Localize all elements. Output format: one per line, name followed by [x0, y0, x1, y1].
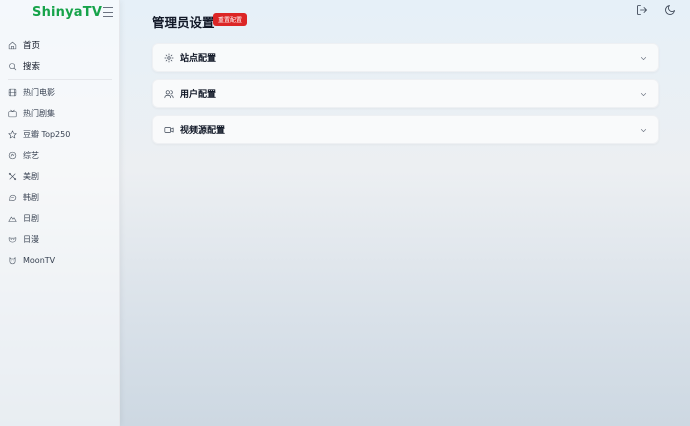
sidebar-divider — [8, 79, 112, 80]
sidebar-item-variety[interactable]: 综艺 — [8, 146, 116, 164]
section-title: 用户配置 — [180, 90, 217, 100]
sidebar-item-us-drama[interactable]: 美剧 — [8, 167, 116, 185]
sidebar-item-label: 热门电影 — [23, 87, 55, 97]
section-user-config[interactable]: 用户配置 — [152, 79, 659, 108]
cross-icon — [8, 172, 17, 180]
sidebar-item-jp-drama[interactable]: 日剧 — [8, 209, 116, 227]
reset-config-button[interactable]: 重置配置 — [213, 13, 248, 26]
sidebar-item-top250[interactable]: 豆瓣 Top250 — [8, 125, 116, 143]
cat-icon — [9, 256, 16, 264]
sidebar-item-label: 综艺 — [23, 150, 39, 160]
section-video-source-config[interactable]: 视频源配置 — [152, 115, 659, 144]
home-icon — [8, 41, 17, 49]
chevron-down-icon — [640, 93, 647, 96]
section-site-config[interactable]: 站点配置 — [152, 43, 659, 72]
sidebar-item-search[interactable]: 搜索 — [8, 57, 116, 75]
sidebar-item-series[interactable]: 热门剧集 — [8, 104, 116, 122]
bubble-icon — [9, 194, 17, 201]
tv-icon — [8, 109, 17, 117]
star-icon — [8, 129, 17, 138]
brand-logo[interactable]: ShinyaTV — [32, 5, 102, 20]
sidebar-item-label: 首页 — [23, 41, 41, 51]
moon-icon[interactable] — [664, 4, 676, 16]
sparkle-icon — [8, 151, 17, 159]
video-icon — [164, 126, 174, 133]
sidebar-item-label: 热门剧集 — [23, 108, 55, 118]
drama-icon — [8, 236, 17, 242]
section-title: 站点配置 — [180, 54, 217, 64]
top-toolbar — [636, 4, 676, 16]
sidebar-item-label: 韩剧 — [23, 192, 39, 202]
logout-icon[interactable] — [636, 4, 648, 16]
sidebar-item-movies[interactable]: 热门电影 — [8, 83, 116, 101]
gear-icon — [164, 53, 174, 63]
sidebar-item-label: 美剧 — [23, 171, 39, 181]
sidebar-item-label: 日剧 — [23, 213, 39, 223]
sidebar-item-label: 日漫 — [23, 234, 39, 244]
section-title: 视频源配置 — [180, 126, 226, 136]
sidebar-item-label: MoonTV — [23, 255, 56, 265]
sidebar-item-moontv[interactable]: MoonTV — [8, 251, 116, 269]
users-icon — [164, 89, 174, 98]
film-icon — [8, 88, 17, 96]
sidebar-item-kr-drama[interactable]: 韩剧 — [8, 188, 116, 206]
sidebar-item-anime[interactable]: 日漫 — [8, 230, 116, 248]
sidebar-item-label: 搜索 — [23, 62, 41, 72]
sidebar: ShinyaTV 首页 搜索 热门电影 热门剧集 豆瓣 Top250 综艺 美剧… — [0, 0, 120, 426]
search-icon — [9, 62, 17, 70]
menu-toggle-icon[interactable] — [103, 7, 113, 17]
chevron-down-icon — [640, 57, 647, 60]
mountain-icon — [8, 216, 17, 222]
chevron-down-icon — [640, 129, 647, 132]
sidebar-item-home[interactable]: 首页 — [8, 36, 116, 54]
page-title: 管理员设置 — [152, 15, 215, 30]
sidebar-item-label: 豆瓣 Top250 — [23, 129, 71, 139]
